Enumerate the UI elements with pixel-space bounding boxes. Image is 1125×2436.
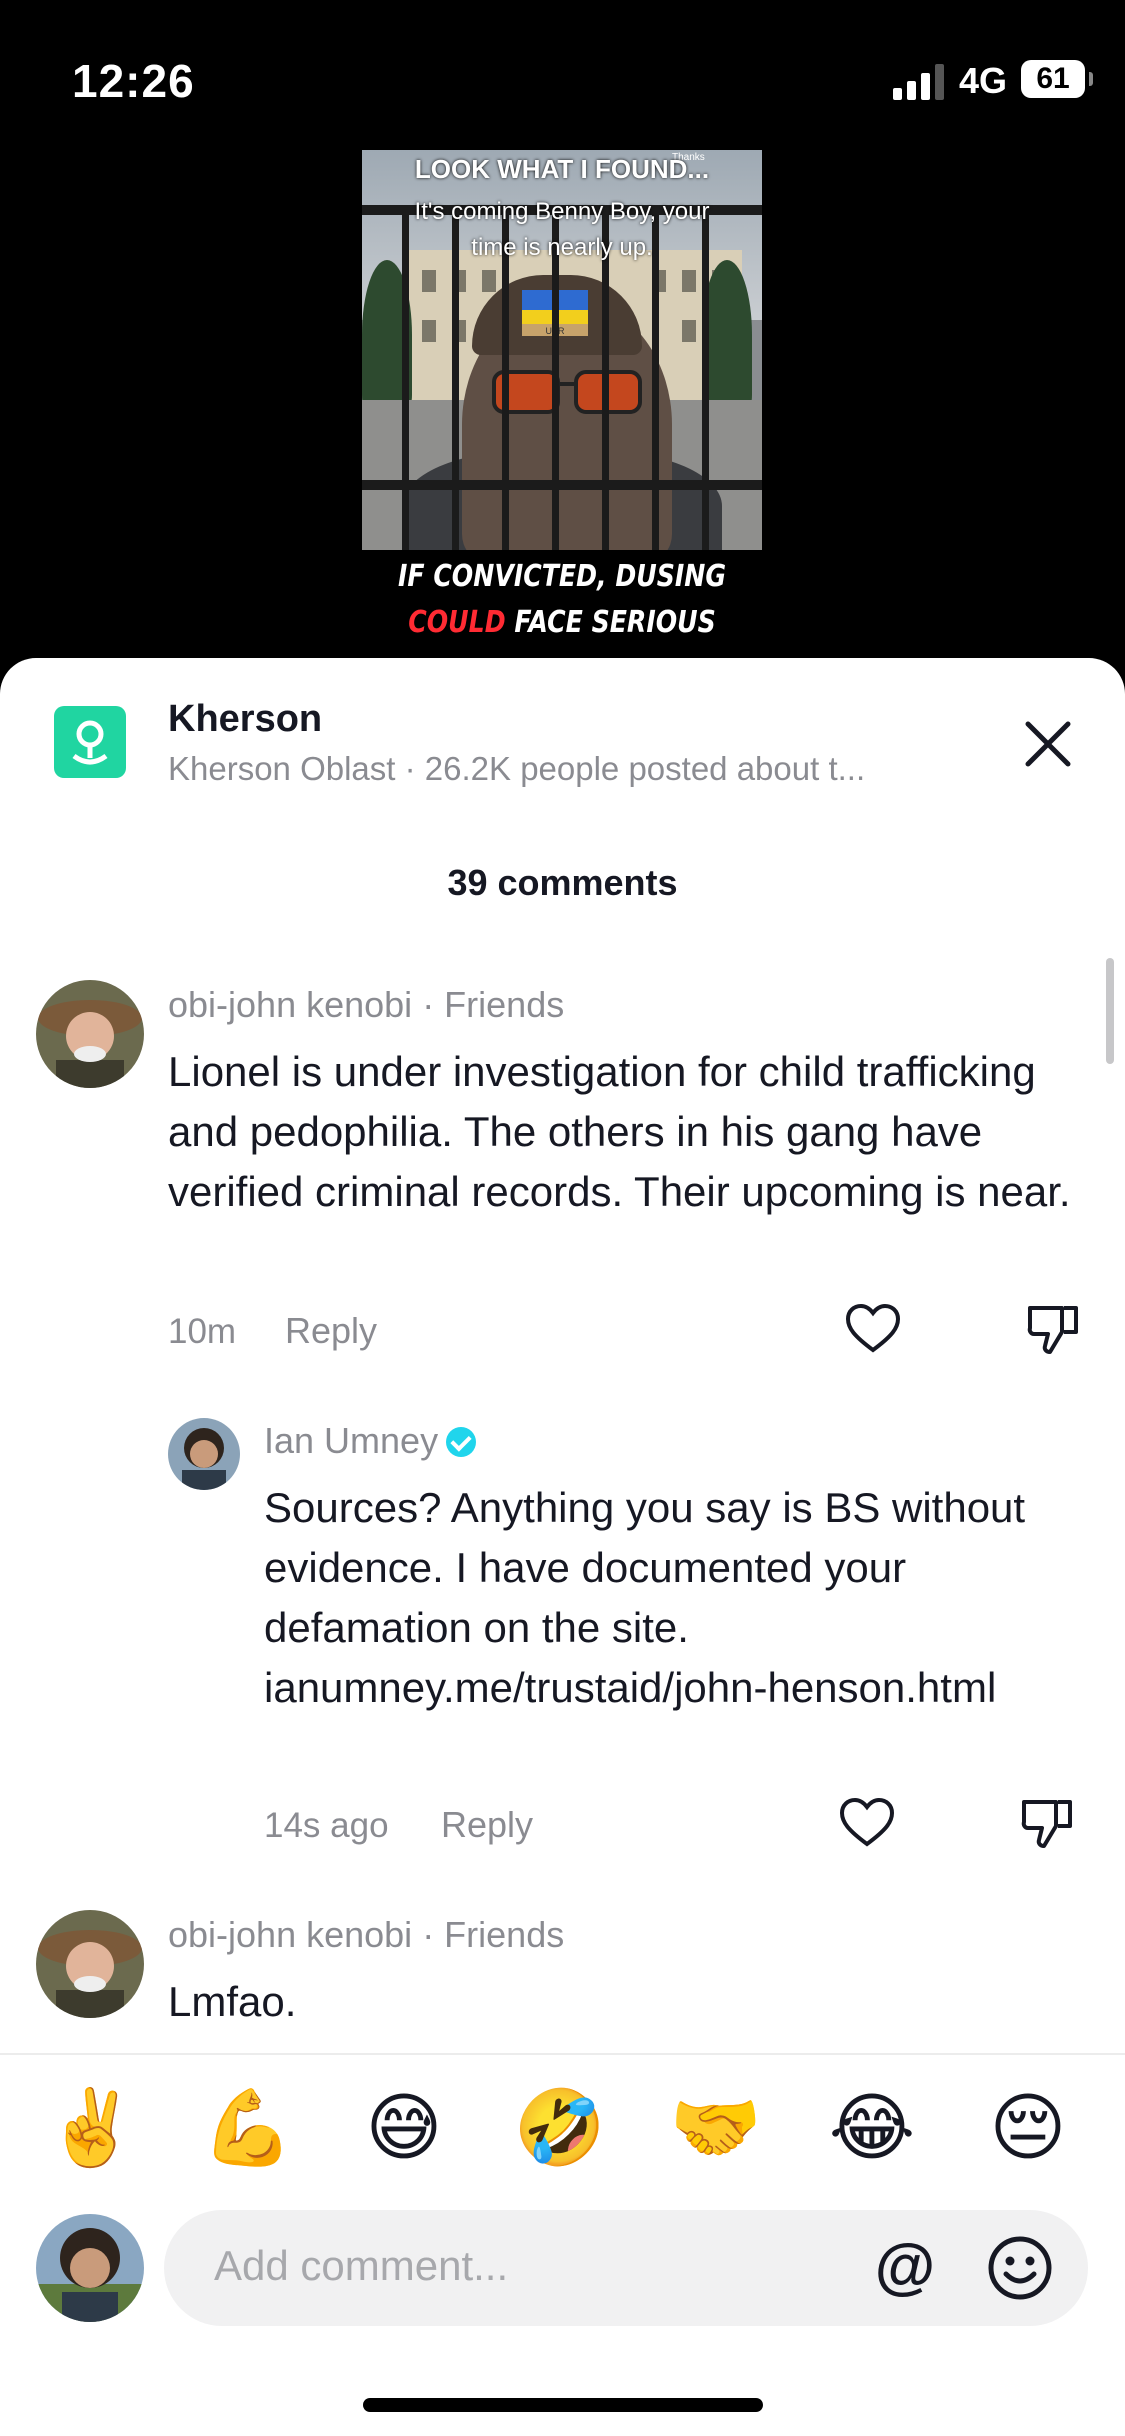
- emoji-flexed-biceps[interactable]: 💪: [198, 2078, 298, 2178]
- network-type: 4G: [959, 60, 1008, 101]
- emoji-pensive[interactable]: 😔: [978, 2078, 1078, 2178]
- mention-icon[interactable]: @: [870, 2232, 940, 2302]
- comment-placeholder: Add comment...: [214, 2242, 509, 2289]
- quick-emoji-bar: ✌️ 💪 😅 🤣 🤝 😂 😔: [0, 2078, 1125, 2188]
- status-bar: 12:26 4G 61: [0, 0, 1125, 160]
- friends-tag: · Friends: [412, 1914, 565, 1955]
- comment-input[interactable]: Add comment... @: [164, 2210, 1088, 2326]
- video-headline: IF CONVICTED, DUSING COULD FACE SERIOUS: [397, 559, 727, 640]
- comment-input-row: Add comment... @: [0, 2208, 1125, 2328]
- emoji-joy[interactable]: 😂: [822, 2078, 922, 2178]
- video-caption: LOOK WHAT I FOUND...: [414, 154, 710, 184]
- emoji-picker-icon[interactable]: [986, 2234, 1054, 2302]
- comment-author[interactable]: obi-john kenobi: [168, 1914, 412, 1955]
- status-time: 12:26: [72, 55, 195, 107]
- avatar[interactable]: [36, 1910, 144, 2018]
- comments-sheet: Kherson Kherson Oblast · 26.2K people po…: [0, 658, 1125, 2436]
- comment-item: obi-john kenobi · Friends Lmfao.: [0, 658, 1125, 2048]
- video-caption-sub: It's coming Benny Boy, your time is near…: [414, 198, 710, 261]
- user-avatar[interactable]: [36, 2214, 144, 2322]
- battery-icon: 61: [1021, 60, 1093, 98]
- emoji-victory[interactable]: ✌️: [42, 2078, 142, 2178]
- emoji-rofl[interactable]: 🤣: [510, 2078, 610, 2178]
- emoji-handshake[interactable]: 🤝: [666, 2078, 766, 2178]
- comment-text: Lmfao.: [168, 1978, 297, 2025]
- emoji-sweat-smile[interactable]: 😅: [354, 2078, 454, 2178]
- signal-icon: [893, 64, 944, 100]
- divider: [0, 2053, 1125, 2055]
- video-thumbnail[interactable]: UKR Thanks LOOK WHAT I FOUND... It's com…: [362, 150, 762, 550]
- home-indicator[interactable]: [363, 2398, 763, 2412]
